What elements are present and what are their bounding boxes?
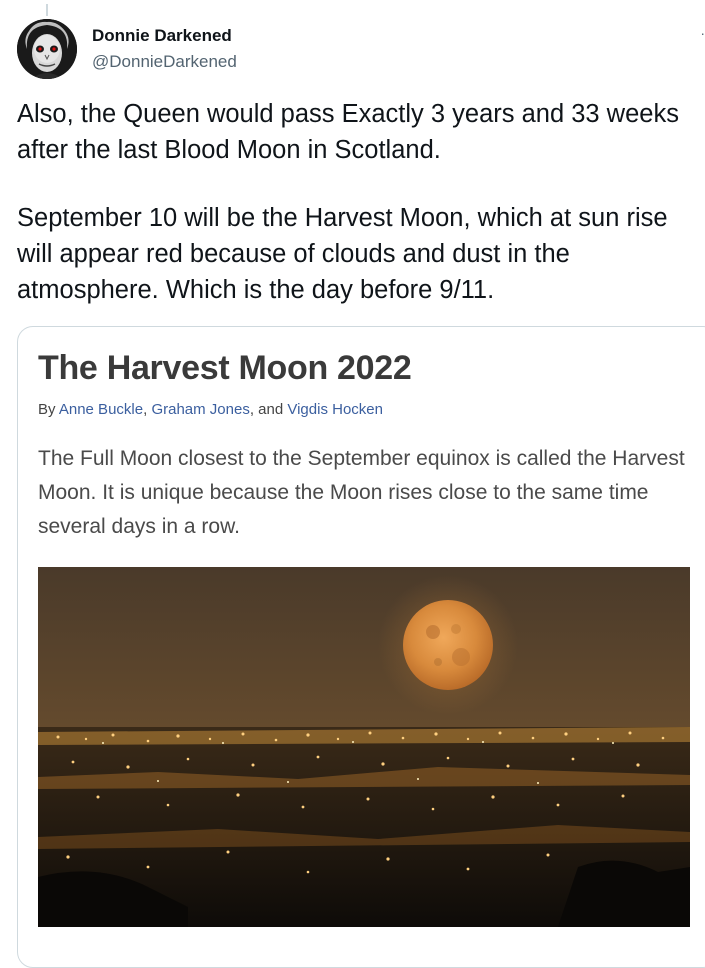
harvest-moon-city-photo xyxy=(38,567,690,927)
display-name[interactable]: Donnie Darkened xyxy=(92,26,232,46)
avatar-face-icon xyxy=(17,19,77,79)
tweet-paragraph: Also, the Queen would pass Exactly 3 yea… xyxy=(17,100,679,164)
article-title[interactable]: The Harvest Moon 2022 xyxy=(38,349,412,388)
more-options-icon[interactable]: · xyxy=(700,26,705,40)
article-byline: By Anne Buckle, Graham Jones, and Vigdis… xyxy=(38,401,383,418)
author-link[interactable]: Anne Buckle xyxy=(59,401,143,418)
author-link[interactable]: Graham Jones xyxy=(151,401,249,418)
thread-line xyxy=(46,4,48,16)
link-preview-card[interactable]: The Harvest Moon 2022 By Anne Buckle, Gr… xyxy=(17,326,705,968)
user-handle[interactable]: @DonnieDarkened xyxy=(92,52,237,72)
author-link[interactable]: Vigdis Hocken xyxy=(287,401,383,418)
tweet-text: Also, the Queen would pass Exactly 3 yea… xyxy=(17,96,703,308)
article-summary: The Full Moon closest to the September e… xyxy=(38,447,685,538)
byline-prefix: By xyxy=(38,401,59,418)
avatar[interactable] xyxy=(17,19,77,79)
tweet-paragraph: September 10 will be the Harvest Moon, w… xyxy=(17,204,668,304)
byline-separator: , and xyxy=(249,401,288,418)
